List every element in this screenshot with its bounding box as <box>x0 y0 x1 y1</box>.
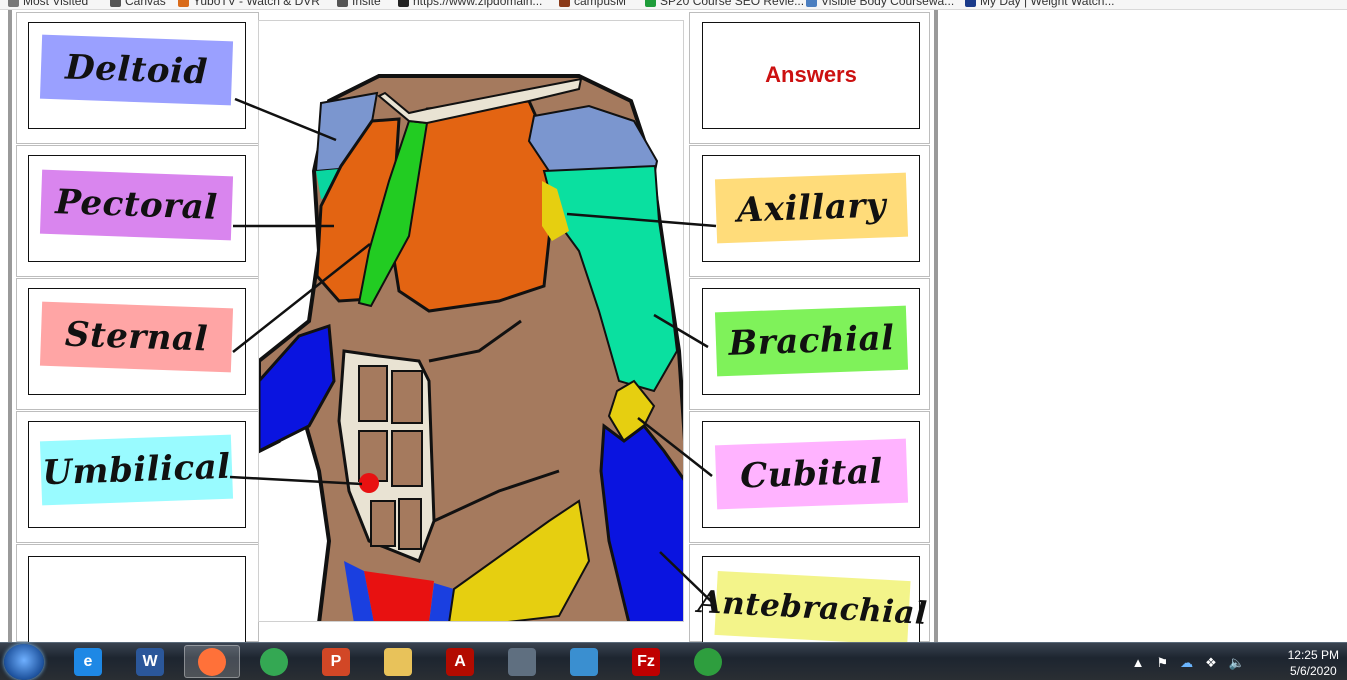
system-tray: ▲ ⚑ ☁ ❖ 🔈 <box>1126 645 1251 680</box>
onedrive-icon[interactable]: ☁ <box>1180 655 1193 671</box>
start-button[interactable] <box>4 644 44 680</box>
taskbar-button[interactable] <box>556 645 612 678</box>
taskbar-button[interactable] <box>494 645 550 678</box>
leader-antebrachial <box>659 551 717 607</box>
action-center-flag-icon[interactable]: ⚑ <box>1157 655 1169 671</box>
chrome-icon <box>260 647 288 676</box>
taskbar-button[interactable]: Fz <box>618 645 674 678</box>
windows-taskbar: e W P A Fz ▲ ⚑ ☁ ❖ 🔈 12:25 PM 5/6/2020 <box>0 642 1347 680</box>
taskbar-button[interactable] <box>370 645 426 678</box>
taskbar-button[interactable]: e <box>60 645 116 678</box>
taskbar-button[interactable]: W <box>122 645 178 678</box>
leader-lines <box>229 97 717 607</box>
leader-brachial <box>653 313 709 349</box>
taskbar-button[interactable] <box>184 645 240 678</box>
ie-icon: e <box>74 647 102 676</box>
vpn-icon <box>694 647 722 676</box>
show-hidden-icons-icon[interactable]: ▲ <box>1132 655 1145 670</box>
taskbar-button[interactable]: A <box>432 645 488 678</box>
taskbar-clock[interactable]: 12:25 PM 5/6/2020 <box>1288 647 1339 679</box>
taskbar-button[interactable] <box>246 645 302 678</box>
clock-date: 5/6/2020 <box>1289 664 1337 678</box>
leader-sternal <box>232 243 371 353</box>
leader-deltoid <box>234 97 337 142</box>
file-explorer-icon <box>384 647 412 676</box>
acrobat-icon: A <box>446 647 474 676</box>
dropbox-icon[interactable]: ❖ <box>1205 655 1217 671</box>
taskbar-button[interactable] <box>680 645 736 678</box>
clock-time: 12:25 PM <box>1287 648 1339 662</box>
photo-viewer-icon <box>570 647 598 676</box>
filezilla-icon: Fz <box>632 647 660 676</box>
leader-umbilical <box>229 475 363 486</box>
powerpoint-icon: P <box>322 647 350 676</box>
leader-cubital <box>637 417 713 477</box>
word-icon: W <box>136 647 164 676</box>
volume-icon[interactable]: 🔈 <box>1229 655 1245 671</box>
firefox-icon <box>198 647 226 676</box>
camera-icon <box>508 647 536 676</box>
taskbar-button[interactable]: P <box>308 645 364 678</box>
leader-axillary <box>566 212 717 228</box>
